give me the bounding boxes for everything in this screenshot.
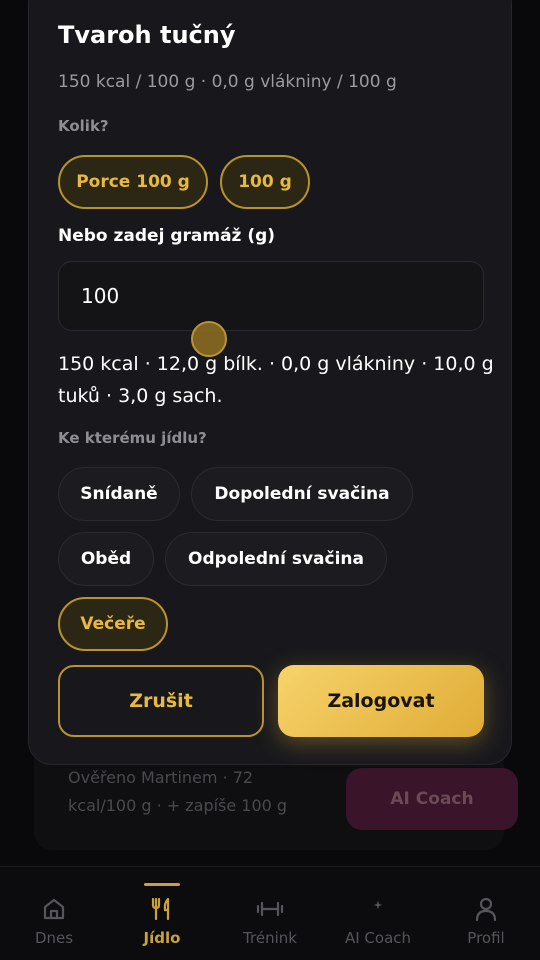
- add-food-modal: Tvaroh tučný 150 kcal / 100 g · 0,0 g vl…: [28, 0, 512, 765]
- dumbbell-icon: [256, 901, 284, 917]
- nav-label: AI Coach: [344, 929, 412, 947]
- meal-label: Ke kterému jídlu?: [58, 429, 207, 447]
- grams-label: Nebo zadej gramáž (g): [58, 226, 276, 246]
- food-title: Tvaroh tučný: [58, 21, 236, 49]
- meal-chip-odpoledni-svacina[interactable]: Odpolední svačina: [165, 532, 387, 586]
- home-icon: [43, 898, 65, 920]
- nav-item-dnes[interactable]: Dnes: [4, 867, 104, 960]
- ai-coach-button[interactable]: AI Coach: [346, 768, 518, 830]
- portion-chip-porce[interactable]: Porce 100 g: [58, 155, 208, 209]
- nav-item-ai-coach[interactable]: AI Coach: [328, 867, 428, 960]
- amount-label: Kolik?: [58, 117, 109, 135]
- fork-knife-icon: [151, 897, 170, 921]
- meal-chip-snidane[interactable]: Snídaně: [58, 467, 180, 521]
- bottom-nav: Dnes Jídlo Trénink AI Coach Profil: [0, 866, 540, 960]
- log-button[interactable]: Zalogovat: [278, 665, 484, 737]
- verified-note: Ověřeno Martinem · 72 kcal/100 g · + zap…: [68, 768, 288, 815]
- meal-chip-obed[interactable]: Oběd: [58, 532, 154, 586]
- active-indicator: [144, 883, 180, 886]
- touch-indicator: [191, 321, 227, 357]
- meal-chip-vecere[interactable]: Večeře: [58, 597, 168, 651]
- cancel-button[interactable]: Zrušit: [58, 665, 264, 737]
- grams-input[interactable]: 100: [58, 261, 484, 331]
- nav-label: Jídlo: [143, 929, 181, 947]
- food-subtitle: 150 kcal / 100 g · 0,0 g vlákniny / 100 …: [58, 72, 397, 92]
- sparkle-icon: [373, 900, 383, 910]
- nav-label: Dnes: [34, 929, 74, 947]
- nav-item-trenink[interactable]: Trénink: [220, 867, 320, 960]
- nav-label: Profil: [467, 929, 505, 947]
- nutrition-summary: 150 kcal · 12,0 g bílk. · 0,0 g vlákniny…: [58, 353, 494, 407]
- meal-chip-dopoledni-svacina[interactable]: Dopolední svačina: [191, 467, 413, 521]
- nav-item-jidlo[interactable]: Jídlo: [112, 867, 212, 960]
- portion-chip-100g[interactable]: 100 g: [220, 155, 310, 209]
- person-icon: [475, 897, 497, 922]
- nav-label: Trénink: [243, 929, 297, 947]
- nav-item-profil[interactable]: Profil: [436, 867, 536, 960]
